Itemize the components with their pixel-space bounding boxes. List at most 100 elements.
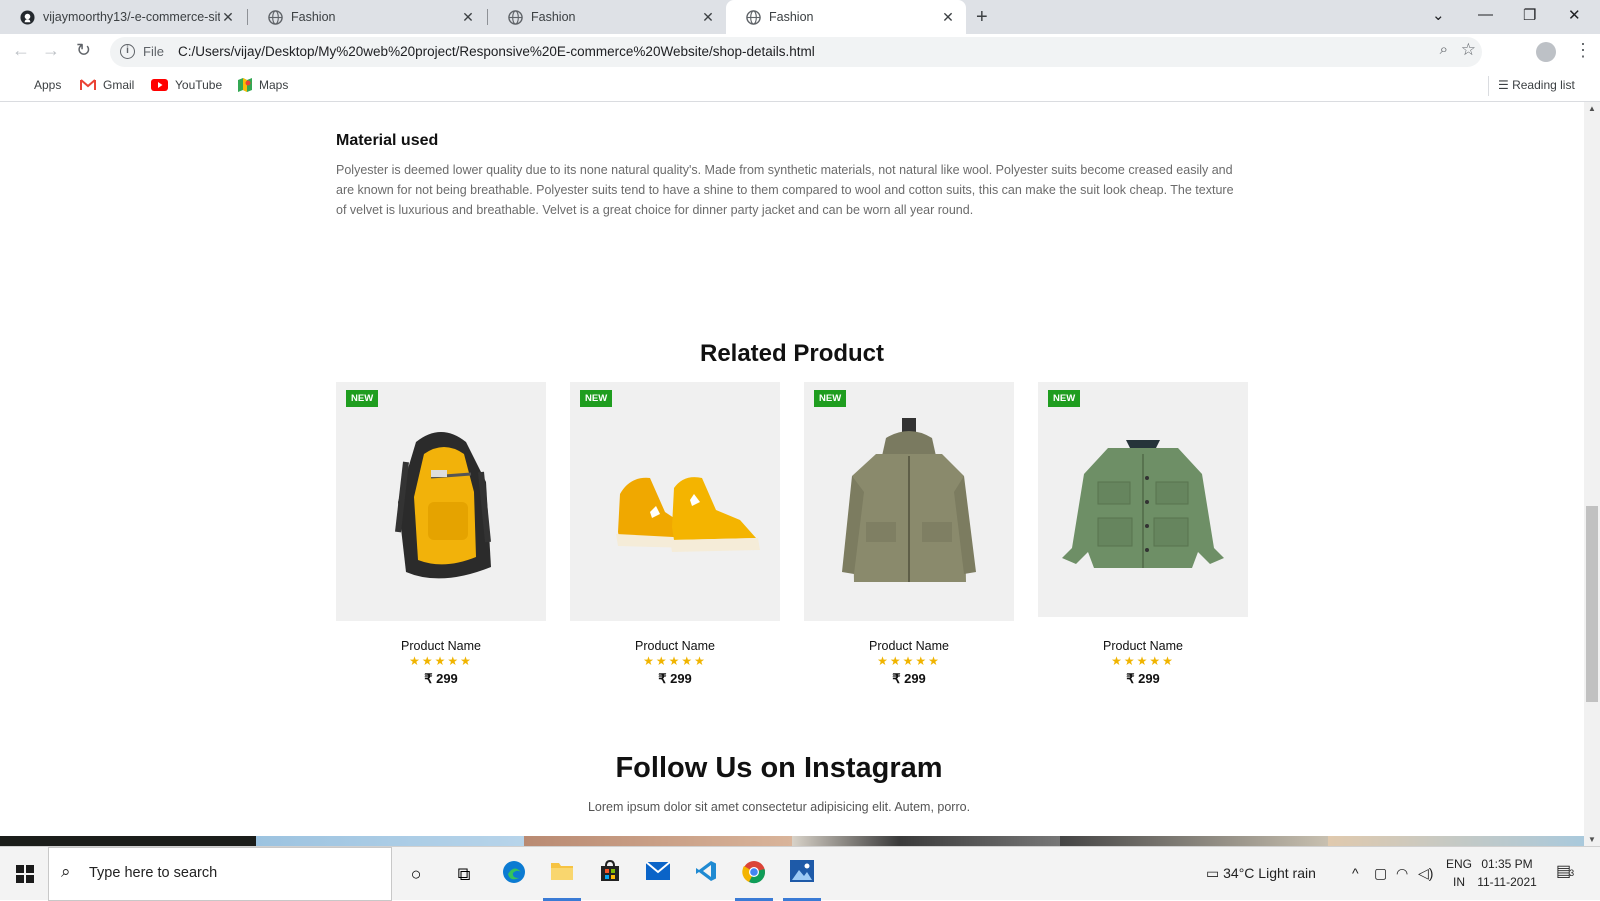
yellow-backpack-image: [395, 432, 491, 579]
taskbar-search-box[interactable]: ⌕ Type here to search: [48, 847, 392, 901]
file-explorer-icon[interactable]: [548, 860, 576, 888]
zoom-search-icon[interactable]: ⌕: [1440, 41, 1448, 58]
windows-start-icon[interactable]: [16, 865, 34, 883]
new-badge: NEW: [814, 390, 847, 407]
weather-text: 34°C Light rain: [1223, 865, 1316, 881]
new-badge: NEW: [580, 390, 613, 407]
profile-avatar-icon[interactable]: [1536, 42, 1556, 62]
instagram-photo[interactable]: [1328, 836, 1584, 846]
tray-chevron-icon[interactable]: ^: [1352, 865, 1359, 881]
new-badge: NEW: [346, 390, 379, 407]
instagram-photo[interactable]: [524, 836, 792, 846]
product-card[interactable]: NEW Product Name ★★★★★ ₹ 299: [336, 382, 546, 687]
tab-search-chevron-icon[interactable]: ⌄: [1432, 6, 1445, 24]
bookmark-maps[interactable]: Maps: [238, 78, 288, 92]
close-window-icon[interactable]: ✕: [1568, 6, 1581, 24]
system-clock[interactable]: 01:35 PM 11-11-2021: [1476, 855, 1538, 891]
star-rating: ★★★★★: [409, 654, 473, 668]
url-text[interactable]: C:/Users/vijay/Desktop/My%20web%20projec…: [178, 44, 815, 59]
close-tab-icon[interactable]: ✕: [460, 9, 476, 26]
tab-fashion-1[interactable]: Fashion ✕: [248, 0, 486, 34]
reload-icon[interactable]: ↻: [76, 40, 91, 61]
maps-icon: [238, 78, 252, 92]
product-card[interactable]: NEW Product Name ★★★★★ ₹ 299: [804, 382, 1014, 687]
instagram-photo[interactable]: [0, 836, 256, 846]
close-tab-icon[interactable]: ✕: [220, 9, 236, 26]
volume-icon[interactable]: ◁): [1418, 865, 1433, 882]
minimize-icon[interactable]: —: [1478, 6, 1493, 23]
vscode-icon[interactable]: [692, 860, 720, 888]
edge-browser-icon[interactable]: [500, 860, 528, 888]
reading-list-button[interactable]: ☰ Reading list: [1498, 78, 1575, 92]
back-icon[interactable]: ←: [12, 40, 30, 61]
info-icon[interactable]: i: [120, 44, 135, 59]
product-price: ₹ 299: [658, 671, 692, 686]
notification-center-icon[interactable]: ▤3: [1556, 861, 1574, 881]
address-bar[interactable]: i File C:/Users/vijay/Desktop/My%20web%2…: [110, 37, 1482, 67]
globe-icon: [746, 9, 761, 25]
instagram-photo[interactable]: [256, 836, 524, 846]
meet-now-icon[interactable]: ▢: [1374, 865, 1387, 882]
scheme-label: File: [143, 44, 164, 59]
search-icon: ⌕: [61, 862, 71, 881]
scroll-down-arrow-icon[interactable]: ▼: [1588, 835, 1596, 844]
clock-time: 01:35 PM: [1481, 857, 1533, 871]
task-view-icon[interactable]: ⧉: [450, 860, 478, 888]
product-name[interactable]: Product Name: [804, 639, 1014, 653]
instagram-image-strip: [0, 836, 1584, 846]
close-tab-icon[interactable]: ✕: [700, 9, 716, 26]
bookmark-gmail[interactable]: Gmail: [80, 78, 134, 92]
bookmark-label: Maps: [259, 78, 289, 92]
product-price: ₹ 299: [892, 671, 926, 686]
search-placeholder: Type here to search: [89, 865, 218, 881]
product-card[interactable]: NEW Product Name ★★★★★ ₹ 299: [570, 382, 780, 687]
bookmark-youtube[interactable]: YouTube: [151, 78, 222, 92]
product-name[interactable]: Product Name: [570, 639, 780, 653]
mail-icon[interactable]: [644, 860, 672, 888]
product-image[interactable]: NEW: [336, 382, 546, 621]
weather-widget[interactable]: ▭ 34°C Light rain: [1206, 865, 1316, 882]
tab-title: vijaymoorthy13/-e-commerce-sit: [43, 10, 220, 24]
photos-icon[interactable]: [788, 860, 816, 888]
store-icon[interactable]: [596, 859, 624, 888]
tab-fashion-active[interactable]: Fashion ✕: [726, 0, 966, 34]
olive-hooded-jacket-image: [842, 418, 976, 582]
new-tab-icon[interactable]: +: [976, 6, 988, 29]
reading-list-icon: ☰: [1498, 78, 1513, 92]
related-product-heading: Related Product: [699, 340, 885, 367]
new-badge: NEW: [1048, 390, 1081, 407]
instagram-subtitle: Lorem ipsum dolor sit amet consectetur a…: [587, 800, 971, 814]
globe-icon: [508, 9, 523, 25]
tab-fashion-2[interactable]: Fashion ✕: [488, 0, 726, 34]
scroll-up-arrow-icon[interactable]: ▲: [1588, 104, 1596, 113]
bookmark-label: Gmail: [103, 78, 135, 92]
product-name[interactable]: Product Name: [336, 639, 546, 653]
forward-icon[interactable]: →: [42, 40, 60, 61]
material-heading: Material used: [336, 132, 439, 149]
tab-title: Fashion: [531, 10, 576, 24]
bookmark-label: Apps: [34, 78, 62, 92]
close-tab-icon[interactable]: ✕: [940, 9, 956, 26]
network-icon[interactable]: ◠: [1396, 865, 1408, 882]
instagram-photo[interactable]: [1060, 836, 1328, 846]
restore-icon[interactable]: ❐: [1523, 6, 1536, 24]
input-language[interactable]: ENG IN: [1446, 855, 1472, 891]
product-image[interactable]: NEW: [804, 382, 1014, 621]
page-scrollbar[interactable]: ▲ ▼: [1584, 102, 1600, 846]
product-name[interactable]: Product Name: [1038, 639, 1248, 653]
bookmarks-divider: [1488, 76, 1489, 96]
scrollbar-thumb[interactable]: [1586, 506, 1598, 702]
green-utility-jacket-image: [1062, 440, 1224, 568]
menu-dots-icon[interactable]: ⋮: [1574, 40, 1592, 61]
weather-icon: ▭: [1206, 865, 1224, 881]
chrome-icon[interactable]: [740, 860, 768, 888]
bookmark-apps[interactable]: Apps: [14, 78, 61, 92]
product-image[interactable]: NEW: [1038, 382, 1248, 617]
star-rating: ★★★★★: [1111, 654, 1175, 668]
product-image[interactable]: NEW: [570, 382, 780, 621]
bookmark-star-icon[interactable]: ☆: [1461, 40, 1476, 60]
tab-github[interactable]: vijaymoorthy13/-e-commerce-sit ✕: [0, 0, 246, 34]
cortana-icon[interactable]: ○: [402, 860, 430, 888]
instagram-photo[interactable]: [792, 836, 1060, 846]
product-card[interactable]: NEW Product Name ★★★★★ ₹ 299: [1038, 382, 1248, 687]
